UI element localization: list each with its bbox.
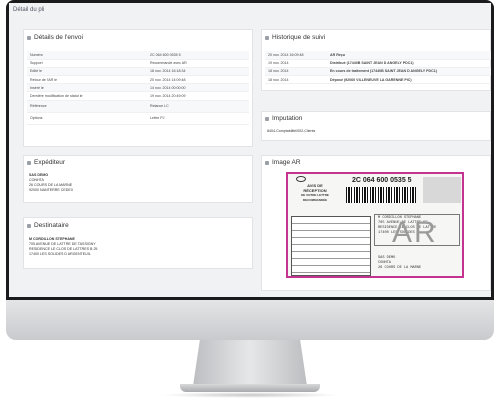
ar-scan-image[interactable]: AVIS DE RÉCEPTION DE VOTRE LETTRE RECOMM… [286, 172, 464, 278]
destinataire-address: M CORDILLON STEPHANE 705 AVENUE DE LATTR… [29, 237, 97, 257]
table-row: Référence Relance LC [27, 100, 249, 113]
row-value: 18 nov. 2014 16:18:34 [147, 67, 249, 77]
expediteur-address: SAS DEMO CONHTA 26 COURS DE LA MARNE 920… [29, 173, 73, 193]
row-value: 2C 064 600 0535 5 [147, 51, 249, 60]
recipient-icon [27, 223, 31, 228]
ar-header: AVIS DE RÉCEPTION DE VOTRE LETTRE RECOMM… [291, 183, 339, 202]
history-date: 19 nov. 2014 [265, 59, 327, 68]
expediteur-section-title: Expéditeur [27, 159, 65, 166]
image-ar-title: Image AR [272, 159, 301, 166]
ar-stamp-area [423, 177, 461, 203]
envoi-section-title: Détails de l'envoi [27, 34, 83, 41]
destinataire-section-title: Destinataire [27, 222, 69, 229]
table-row: 20 nov. 2014 16:09:48 AR Reçu [265, 51, 491, 60]
history-icon [265, 35, 269, 40]
monitor-chin [6, 300, 494, 340]
envoi-table: Numéro 2C 064 600 0535 5 Support Recommand… [27, 51, 249, 125]
historique-section-title: Historique de suivi [265, 34, 325, 41]
history-date: 18 nov. 2014 [265, 67, 327, 77]
image-icon [265, 160, 269, 165]
ar-header-line: RECOMMANDÉE [302, 197, 328, 202]
row-label: Numéro [27, 51, 147, 60]
address-line: 17400 LES SOLIDES D ARGENTEUIL [29, 252, 91, 256]
row-label: Edité le [27, 67, 147, 77]
monitor-stand [193, 340, 307, 386]
table-row: 18 nov. 2014 Déposé (92060 VILLENEUVE LA … [265, 75, 491, 85]
row-value: 14 nov. 2014 00:00:00 [147, 83, 249, 93]
row-label: Retour de l'AR le [27, 75, 147, 85]
barcode-icon [346, 187, 416, 203]
history-date: 18 nov. 2014 [265, 75, 327, 85]
history-event: En cours de traitement (17440B SAINT JEA… [327, 67, 491, 77]
historique-title: Historique de suivi [272, 34, 326, 41]
monitor-foot [180, 384, 320, 392]
row-value: Lettre PJ [147, 112, 249, 125]
history-event: Déposé (92060 VILLENEUVE LA GARENNE PIC) [327, 75, 491, 85]
tag-icon [265, 116, 269, 121]
table-row: 19 nov. 2014 Distribué (17440B SAINT JEAN… [265, 59, 491, 68]
expediteur-title: Expéditeur [34, 159, 66, 166]
row-label: Support [27, 59, 147, 68]
address-line: 92000 NANTERRE CEDEX [29, 188, 74, 192]
history-event: Distribué (17440B SAINT JEAN D ANGELY PD… [327, 59, 491, 68]
destinataire-title: Destinataire [34, 222, 69, 229]
envoi-title: Détails de l'envoi [34, 34, 83, 41]
table-row: Options Lettre PJ [27, 112, 249, 125]
page-title: Détail du pli [13, 7, 45, 13]
imputation-section-title: Imputation [265, 115, 302, 122]
imputation-title: Imputation [272, 115, 303, 122]
history-date: 20 nov. 2014 16:09:48 [265, 51, 327, 60]
la-poste-logo-icon [296, 176, 306, 182]
table-row: Support Recommandé avec AR [27, 59, 249, 68]
monitor-shadow [160, 392, 340, 398]
table-row: Edité le 18 nov. 2014 16:18:34 [27, 67, 249, 77]
row-label: Inséré le [27, 83, 147, 93]
row-label: Dernière modification de statut le [27, 91, 147, 101]
table-row: Retour de l'AR le 20 nov. 2014 14:09:48 [27, 75, 249, 85]
address-line: 26 COURS DE LA MARNE [378, 266, 422, 270]
image-ar-section-title: Image AR [265, 159, 301, 166]
ar-form-grid [291, 216, 371, 276]
row-label: Référence [27, 100, 147, 113]
historique-table: 20 nov. 2014 16:09:48 AR Reçu 19 nov. 201… [265, 51, 491, 85]
monitor-mockup: Détail du pli Détails de l'envoi Numéro 2… [0, 0, 500, 400]
row-value: 20 nov. 2014 14:09:48 [147, 75, 249, 85]
info-icon [27, 35, 31, 40]
table-row: Numéro 2C 064 600 0535 5 [27, 51, 249, 60]
history-event: AR Reçu [327, 51, 491, 60]
row-value: Relance LC [147, 100, 249, 113]
ar-number: 2C 064 600 0535 5 [352, 177, 412, 184]
table-row: Dernière modification de statut le 19 nov… [27, 91, 249, 101]
table-row: 18 nov. 2014 En cours de traitement (1744… [265, 67, 491, 77]
row-label: Options [27, 112, 147, 125]
row-value: Recommandé avec AR [147, 59, 249, 68]
ar-stamp-text: AR [392, 216, 438, 249]
ar-sender-address: SAS DEMO CONHTA 26 COURS DE LA MARNE [378, 256, 421, 271]
sender-icon [27, 160, 31, 165]
imputation-value: 8404-Comptabilité/002-Clients [267, 129, 316, 133]
row-value: 19 nov. 2014 20:49:09 [147, 91, 249, 101]
table-row: Inséré le 14 nov. 2014 00:00:00 [27, 83, 249, 93]
